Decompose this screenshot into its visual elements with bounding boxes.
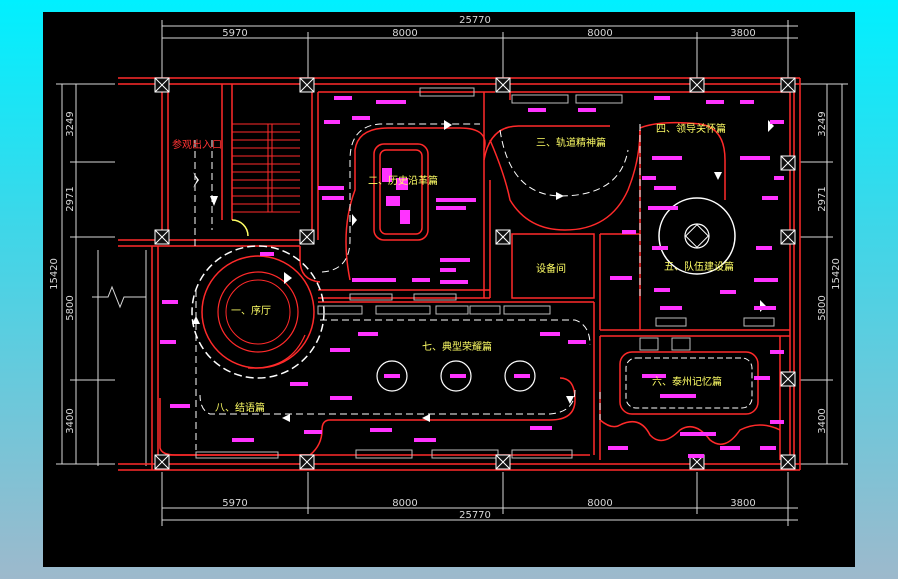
- staircase: [232, 123, 300, 213]
- dim-left-seg-3: 5800: [65, 295, 76, 320]
- arrow-icon: [556, 192, 564, 200]
- label-section-3: 三、轨道精神篇: [536, 136, 606, 149]
- dim-top-seg-3: 8000: [587, 28, 612, 39]
- arrow-icon: [352, 214, 357, 226]
- label-section-5: 五、队伍建设篇: [664, 260, 734, 273]
- dimension-left: [56, 83, 115, 465]
- dim-right-total: 15420: [831, 258, 842, 290]
- dim-top-seg-2: 8000: [392, 28, 417, 39]
- dim-top-seg-4: 3800: [730, 28, 755, 39]
- visitor-flow: [194, 123, 641, 450]
- dim-top-seg-1: 5970: [222, 28, 247, 39]
- dim-right-seg-1: 3249: [817, 111, 828, 136]
- dim-top-total: 25770: [459, 15, 491, 26]
- dim-left-seg-4: 3400: [65, 408, 76, 433]
- arrow-icon: [210, 196, 218, 206]
- dim-left-seg-2: 2971: [65, 186, 76, 211]
- dim-bottom-seg-4: 3800: [730, 498, 755, 509]
- arrow-icon: [193, 172, 199, 188]
- label-section-4: 四、领导关怀篇: [656, 122, 726, 135]
- floor-plan: 25770 5970 8000 8000 3800 5970 8000 8000…: [49, 15, 848, 526]
- arrow-icon: [714, 172, 722, 180]
- label-entrance: 参观出入口: [172, 138, 222, 151]
- label-section-1: 一、序厅: [231, 304, 271, 317]
- dim-right-seg-3: 5800: [817, 295, 828, 320]
- dim-right-seg-2: 2971: [817, 186, 828, 211]
- dim-right-seg-4: 3400: [817, 408, 828, 433]
- dim-bottom-seg-2: 8000: [392, 498, 417, 509]
- label-section-7: 七、典型荣耀篇: [422, 340, 492, 353]
- label-section-8: 八、结语篇: [215, 401, 265, 414]
- cad-viewer: 25770 5970 8000 8000 3800 5970 8000 8000…: [0, 0, 898, 579]
- dim-left-total: 15420: [49, 258, 60, 290]
- label-section-2: 二、历史沿革篇: [368, 174, 438, 187]
- break-line-icon: [92, 285, 146, 309]
- drawing-canvas[interactable]: 25770 5970 8000 8000 3800 5970 8000 8000…: [43, 12, 855, 567]
- label-equipment-room: 设备间: [536, 262, 566, 275]
- label-section-6: 六、泰州记忆篇: [652, 375, 722, 388]
- dimension-top: [161, 20, 798, 80]
- arrow-icon: [566, 396, 574, 404]
- arrow-icon: [282, 414, 290, 422]
- dim-left-seg-1: 3249: [65, 111, 76, 136]
- door-swing: [231, 219, 249, 237]
- dim-bottom-seg-3: 8000: [587, 498, 612, 509]
- arrow-icon: [422, 414, 430, 422]
- dim-bottom-seg-1: 5970: [222, 498, 247, 509]
- arrow-icon: [284, 272, 292, 284]
- dim-bottom-total: 25770: [459, 510, 491, 521]
